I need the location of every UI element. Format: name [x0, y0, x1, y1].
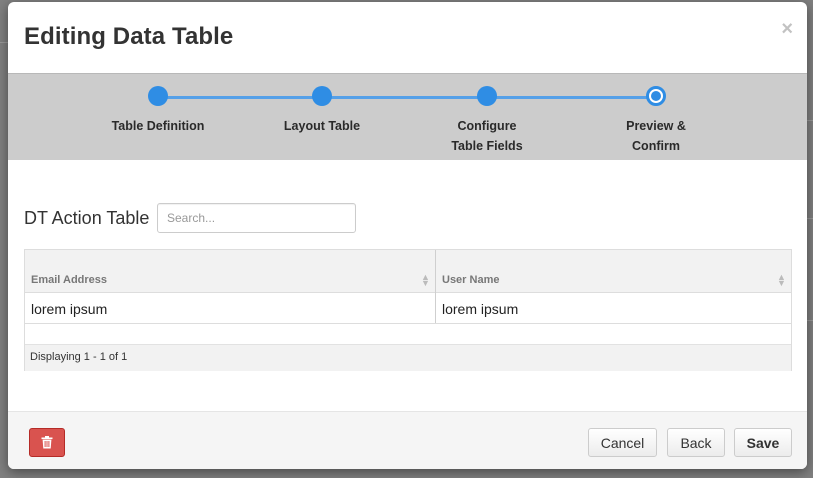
table-cell: lorem ipsum	[31, 301, 108, 317]
cancel-button[interactable]: Cancel	[588, 428, 657, 457]
wizard-step-table-definition[interactable]: Table Definition	[83, 74, 233, 160]
step-dot-current-icon	[646, 86, 666, 106]
grid-header: Email Address ▲ ▼ User Name ▲ ▼	[25, 250, 791, 293]
wizard-step-label: Layout Table	[283, 119, 361, 133]
close-icon[interactable]: ×	[781, 19, 793, 39]
step-dot-icon	[477, 86, 497, 106]
table-title: DT Action Table	[24, 208, 150, 228]
modal-footer: Cancel Back Save	[8, 411, 807, 469]
wizard-step-label: Configure Table Fields	[451, 119, 523, 153]
wizard-step-layout-table[interactable]: Layout Table	[247, 74, 397, 160]
edit-data-table-modal: Editing Data Table × Table Definition La…	[8, 2, 807, 469]
table-row[interactable]: lorem ipsum lorem ipsum	[25, 293, 791, 324]
table-cell: lorem ipsum	[442, 301, 519, 317]
backdrop-divider	[807, 120, 813, 121]
wizard-progress: Table Definition Layout Table Configure …	[8, 73, 807, 160]
backdrop-divider	[807, 218, 813, 219]
modal-header: Editing Data Table ×	[8, 2, 807, 73]
wizard-step-configure-fields[interactable]: Configure Table Fields	[412, 74, 562, 160]
backdrop-divider	[0, 42, 8, 43]
sort-icon[interactable]: ▲ ▼	[777, 273, 786, 288]
backdrop-divider	[807, 320, 813, 321]
column-header-label: User Name	[442, 274, 500, 286]
wizard-step-label: Preview & Confirm	[626, 119, 686, 153]
wizard-step-preview-confirm[interactable]: Preview & Confirm	[581, 74, 731, 160]
back-button[interactable]: Back	[667, 428, 725, 457]
sort-icon[interactable]: ▲ ▼	[421, 273, 430, 288]
column-header-label: Email Address	[31, 274, 108, 286]
column-header-email[interactable]: Email Address	[25, 250, 435, 292]
paging-info: Displaying 1 - 1 of 1	[30, 351, 128, 363]
delete-button[interactable]	[29, 428, 65, 457]
modal-title: Editing Data Table	[24, 23, 234, 50]
wizard-step-label: Table Definition	[111, 119, 205, 133]
column-header-username[interactable]: User Name	[436, 250, 791, 292]
step-dot-icon	[148, 86, 168, 106]
step-dot-icon	[312, 86, 332, 106]
save-button[interactable]: Save	[734, 428, 792, 457]
data-grid: Email Address ▲ ▼ User Name ▲ ▼ lorem ipsu…	[24, 249, 792, 371]
trash-icon	[41, 436, 53, 449]
grid-footer: Displaying 1 - 1 of 1	[25, 344, 791, 371]
search-input[interactable]	[157, 203, 356, 233]
